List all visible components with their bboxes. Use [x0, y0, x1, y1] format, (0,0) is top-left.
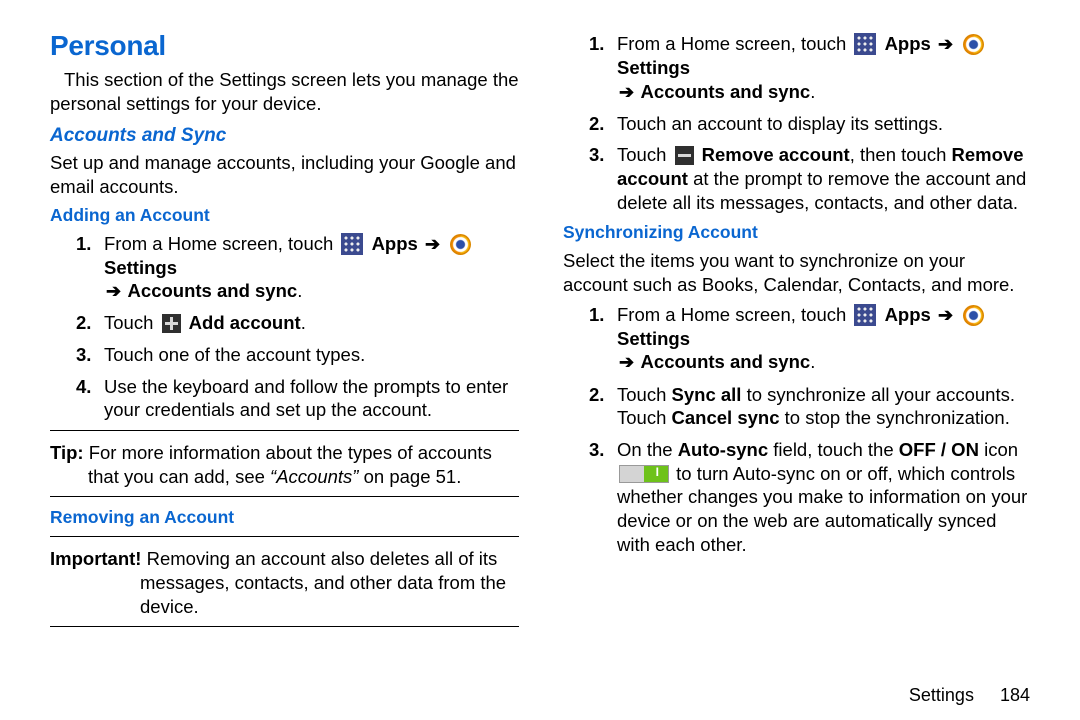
important-block: Important! Removing an account also dele… [50, 547, 519, 618]
accounts-sync-label: Accounts and sync [123, 280, 297, 301]
adding-steps: From a Home screen, touch Apps ➔ Setting… [50, 232, 519, 422]
apps-icon [854, 33, 876, 55]
footer-label: Settings [909, 685, 974, 705]
settings-icon [963, 305, 984, 326]
arrow-right-icon: ➔ [104, 280, 123, 303]
toggle-on-icon [619, 465, 669, 483]
apps-icon [341, 233, 363, 255]
sync-step-2: Touch Sync all to synchronize all your a… [595, 383, 1032, 430]
text: icon [979, 439, 1018, 460]
text: to stop the synchronization. [780, 407, 1010, 428]
apps-label: Apps [885, 304, 931, 325]
settings-label: Settings [617, 57, 690, 78]
sync-step-3: On the Auto-sync field, touch the OFF / … [595, 438, 1032, 556]
tip-text-b: on page 51. [358, 466, 461, 487]
arrow-right-icon: ➔ [936, 304, 955, 327]
divider [50, 626, 519, 627]
settings-icon [450, 234, 471, 255]
arrow-right-icon: ➔ [423, 233, 442, 256]
period: . [301, 312, 306, 333]
accounts-sync-label: Accounts and sync [636, 81, 810, 102]
divider [50, 536, 519, 537]
plus-icon [162, 314, 181, 333]
adding-step-1: From a Home screen, touch Apps ➔ Setting… [82, 232, 519, 304]
heading-removing-account: Removing an Account [50, 507, 519, 528]
adding-step-4: Use the keyboard and follow the prompts … [82, 375, 519, 422]
sync-step-1: From a Home screen, touch Apps ➔ Setting… [595, 303, 1032, 375]
heading-synchronizing-account: Synchronizing Account [563, 222, 1032, 243]
text: Touch [617, 384, 672, 405]
period: . [297, 280, 302, 301]
accounts-sync-desc: Set up and manage accounts, including yo… [50, 151, 519, 198]
text: From a Home screen, touch [617, 33, 851, 54]
then-text: , then touch [850, 144, 952, 165]
tip-ref: “Accounts” [270, 466, 358, 487]
cancel-sync-label: Cancel sync [672, 407, 780, 428]
period: . [810, 351, 815, 372]
accounts-sync-label: Accounts and sync [636, 351, 810, 372]
removing-step-3: Touch Remove account, then touch Remove … [595, 143, 1032, 214]
removing-step-1: From a Home screen, touch Apps ➔ Setting… [595, 32, 1032, 104]
period: . [810, 81, 815, 102]
sync-steps: From a Home screen, touch Apps ➔ Setting… [563, 303, 1032, 556]
text: Touch [104, 312, 159, 333]
settings-label: Settings [104, 257, 177, 278]
apps-icon [854, 304, 876, 326]
section-accounts-sync: Accounts and Sync [50, 125, 519, 147]
divider [50, 496, 519, 497]
important-lead: Important! [50, 548, 147, 569]
text: On the [617, 439, 678, 460]
adding-step-3: Touch one of the account types. [82, 343, 519, 367]
divider [50, 430, 519, 431]
heading-adding-account: Adding an Account [50, 205, 519, 226]
removing-step-2: Touch an account to display its settings… [595, 112, 1032, 136]
text: to turn Auto-sync on or off, which contr… [617, 463, 1027, 555]
text: From a Home screen, touch [104, 233, 338, 254]
apps-label: Apps [372, 233, 418, 254]
arrow-right-icon: ➔ [617, 81, 636, 104]
page-title: Personal [50, 30, 519, 62]
text: From a Home screen, touch [617, 304, 851, 325]
arrow-right-icon: ➔ [936, 33, 955, 56]
sync-desc: Select the items you want to synchronize… [563, 249, 1032, 296]
tip-lead: Tip: [50, 442, 89, 463]
text: Touch [617, 144, 672, 165]
settings-icon [963, 34, 984, 55]
adding-step-2: Touch Add account. [82, 311, 519, 335]
arrow-right-icon: ➔ [617, 351, 636, 374]
footer-page: 184 [1000, 685, 1030, 705]
tip-block: Tip: For more information about the type… [50, 441, 519, 488]
settings-label: Settings [617, 328, 690, 349]
add-account-label: Add account [189, 312, 301, 333]
page-footer: Settings 184 [909, 685, 1030, 706]
sync-all-label: Sync all [672, 384, 742, 405]
removing-steps: From a Home screen, touch Apps ➔ Setting… [563, 32, 1032, 214]
important-text: Removing an account also deletes all of … [140, 548, 506, 616]
intro-text: This section of the Settings screen lets… [50, 68, 519, 115]
off-on-label: OFF / ON [899, 439, 979, 460]
auto-sync-label: Auto-sync [678, 439, 768, 460]
text: field, touch the [768, 439, 899, 460]
remove-account-label: Remove account [702, 144, 850, 165]
minus-icon [675, 146, 694, 165]
apps-label: Apps [885, 33, 931, 54]
